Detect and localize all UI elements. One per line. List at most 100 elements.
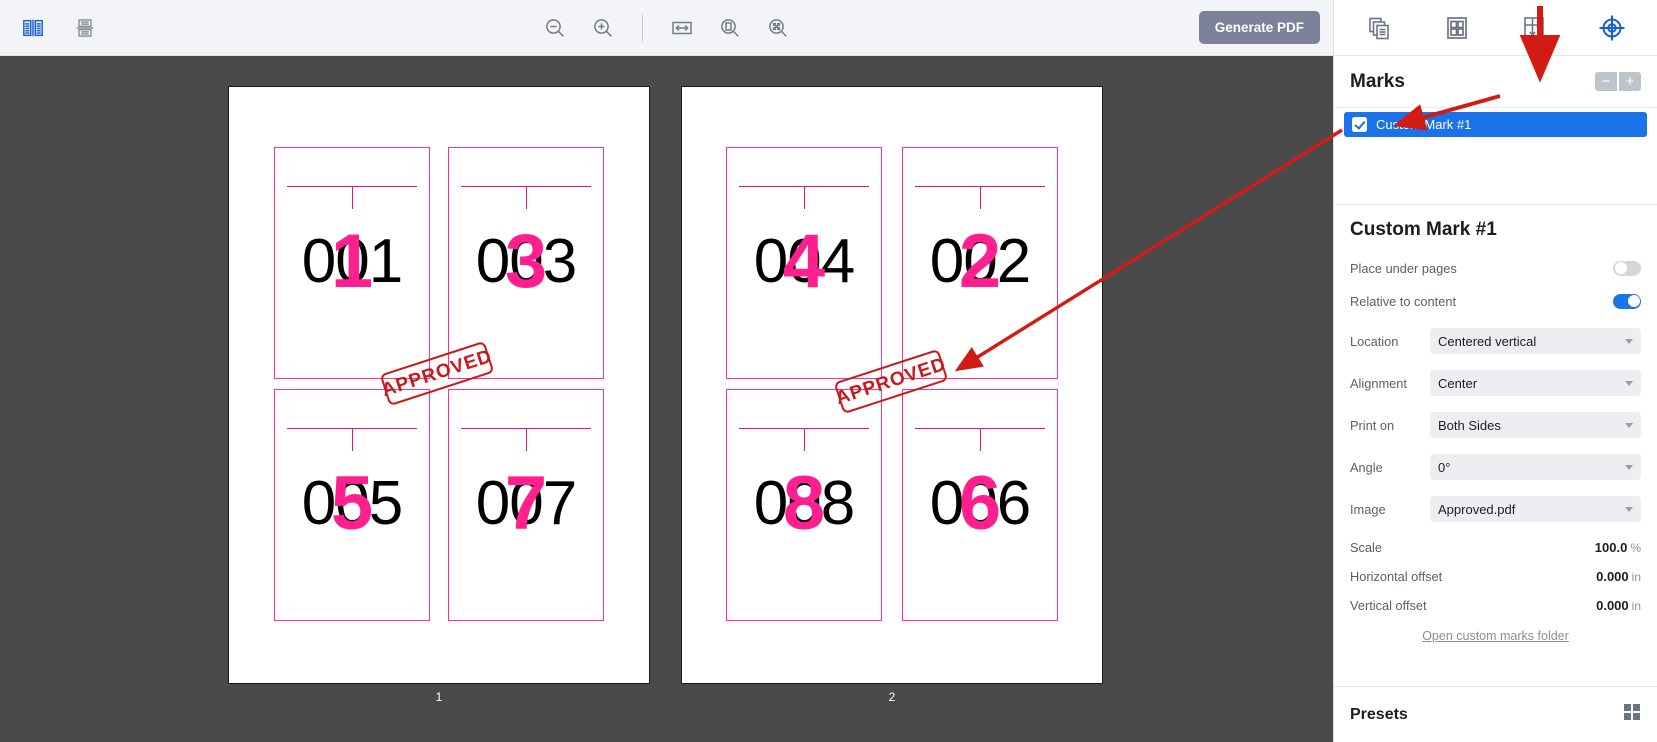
preview-canvas[interactable]: 001 1 003 3 005 5 007 7 APPROVED 1 004 4… — [0, 56, 1333, 742]
chevron-down-icon — [1625, 465, 1633, 470]
add-mark-button[interactable]: + — [1619, 72, 1641, 91]
app-root: Generate PDF 001 1 003 3 005 5 007 7 APP… — [0, 0, 1657, 742]
sheet-page-label: 2 — [888, 690, 896, 704]
zoom-out-icon[interactable] — [540, 13, 570, 43]
cell-number-pink: 5 — [330, 461, 374, 546]
vertical-offset-label: Vertical offset — [1350, 598, 1427, 613]
sheet-container-2: 004 4 002 2 008 8 006 6 APPROVED 2 — [681, 86, 1103, 704]
top-toolbar: Generate PDF — [0, 0, 1333, 56]
imposition-cell: 001 1 — [274, 147, 430, 379]
imposition-cell: 002 2 — [902, 147, 1058, 379]
scale-row: Scale 100.0% — [1350, 540, 1641, 555]
mark-properties-title: Custom Mark #1 — [1350, 219, 1497, 240]
place-under-pages-label: Place under pages — [1350, 260, 1457, 276]
cell-rule-vertical — [980, 427, 982, 451]
location-value: Centered vertical — [1438, 333, 1537, 349]
presets-title: Presets — [1350, 705, 1408, 723]
print-on-select[interactable]: Both Sides — [1430, 412, 1641, 438]
right-panel: Marks − + Custom Mark #1 Custom Mark #1 … — [1333, 0, 1657, 742]
cell-number-pink: 1 — [330, 219, 374, 304]
imposition-cell: 006 6 — [902, 389, 1058, 621]
mark-label: Custom Mark #1 — [1376, 117, 1472, 132]
cell-rule-vertical — [980, 185, 982, 209]
marks-panel-header: Marks − + — [1334, 56, 1657, 108]
cell-rule-vertical — [526, 427, 528, 451]
panel-tab-imposition[interactable] — [1433, 6, 1481, 50]
relative-to-content-label: Relative to content — [1350, 293, 1456, 309]
imposition-cell: 007 7 — [448, 389, 604, 621]
cell-number-pink: 2 — [958, 219, 1002, 304]
cell-number-pink: 8 — [782, 461, 826, 546]
vertical-offset-row: Vertical offset 0.000 in — [1350, 598, 1641, 613]
cell-number-pink: 6 — [958, 461, 1002, 546]
cell-rule-vertical — [804, 185, 806, 209]
fit-page-icon[interactable] — [715, 13, 745, 43]
toggle-knob — [1614, 262, 1627, 274]
cell-number-pink: 4 — [782, 219, 826, 304]
horizontal-offset-value: 0.000 — [1596, 569, 1629, 584]
angle-label: Angle — [1350, 459, 1383, 475]
cell-number-pink: 7 — [504, 461, 548, 546]
toggle-knob — [1627, 295, 1640, 307]
horizontal-offset-unit: in — [1631, 570, 1641, 584]
toolbar-zoom-group — [0, 0, 1333, 56]
fit-all-icon[interactable] — [763, 13, 793, 43]
print-on-row: Print on Both Sides — [1350, 412, 1641, 438]
open-custom-marks-folder-row: Open custom marks folder — [1350, 627, 1641, 645]
horizontal-offset-row: Horizontal offset 0.000 in — [1350, 569, 1641, 584]
scale-label: Scale — [1350, 540, 1383, 555]
marks-list: Custom Mark #1 — [1334, 108, 1657, 204]
place-under-pages-toggle[interactable] — [1613, 260, 1641, 276]
two-page-spread-icon[interactable] — [18, 13, 48, 43]
horizontal-offset-label: Horizontal offset — [1350, 569, 1443, 584]
imposition-cell: 008 8 — [726, 389, 882, 621]
scale-value: 100.0 — [1594, 540, 1628, 555]
angle-value: 0° — [1438, 459, 1451, 475]
remove-mark-button[interactable]: − — [1595, 72, 1617, 91]
image-select[interactable]: Approved.pdf — [1430, 496, 1641, 522]
presets-grid-icon[interactable] — [1623, 703, 1641, 726]
marks-title: Marks — [1350, 70, 1405, 92]
marks-add-remove-group: − + — [1595, 72, 1641, 91]
chevron-down-icon — [1625, 381, 1633, 386]
alignment-row: Alignment Center — [1350, 370, 1641, 396]
print-on-value: Both Sides — [1438, 417, 1501, 433]
sheet-container-1: 001 1 003 3 005 5 007 7 APPROVED 1 — [228, 86, 650, 704]
toolbar-divider — [642, 15, 643, 41]
chevron-down-icon — [1625, 507, 1633, 512]
panel-tab-pages[interactable] — [1355, 6, 1403, 50]
sheet-1[interactable]: 001 1 003 3 005 5 007 7 APPROVED — [228, 86, 650, 684]
mark-checkbox[interactable] — [1352, 117, 1367, 132]
image-value: Approved.pdf — [1438, 501, 1516, 517]
cell-rule-vertical — [526, 185, 528, 209]
mark-properties: Custom Mark #1 Place under pages Relativ… — [1334, 204, 1657, 686]
generate-pdf-button[interactable]: Generate PDF — [1198, 11, 1320, 44]
mark-list-item-custom-mark-1[interactable]: Custom Mark #1 — [1344, 112, 1647, 137]
open-custom-marks-folder-link[interactable]: Open custom marks folder — [1422, 629, 1569, 643]
presets-section: Presets — [1334, 686, 1657, 742]
scale-value-group[interactable]: 100.0% — [1595, 540, 1641, 555]
vertical-offset-value-group[interactable]: 0.000 in — [1596, 598, 1641, 613]
save-icon[interactable] — [70, 13, 100, 43]
location-row: Location Centered vertical — [1350, 328, 1641, 354]
alignment-select[interactable]: Center — [1430, 370, 1641, 396]
scale-unit: % — [1630, 541, 1641, 555]
relative-to-content-toggle[interactable] — [1613, 293, 1641, 309]
cell-number-pink: 3 — [504, 219, 548, 304]
cell-rule-vertical — [352, 185, 354, 209]
toolbar-left-group — [0, 13, 100, 43]
cell-rule-vertical — [804, 427, 806, 451]
fit-width-icon[interactable] — [667, 13, 697, 43]
relative-to-content-row: Relative to content — [1350, 290, 1641, 312]
sheet-2[interactable]: 004 4 002 2 008 8 006 6 APPROVED — [681, 86, 1103, 684]
image-label: Image — [1350, 501, 1386, 517]
panel-tab-marks[interactable] — [1588, 6, 1636, 50]
horizontal-offset-value-group[interactable]: 0.000 in — [1596, 569, 1641, 584]
alignment-label: Alignment — [1350, 375, 1407, 391]
angle-select[interactable]: 0° — [1430, 454, 1641, 480]
zoom-in-icon[interactable] — [588, 13, 618, 43]
imposition-cell: 004 4 — [726, 147, 882, 379]
location-select[interactable]: Centered vertical — [1430, 328, 1641, 354]
alignment-value: Center — [1438, 375, 1478, 391]
panel-tab-layout[interactable] — [1510, 6, 1558, 50]
